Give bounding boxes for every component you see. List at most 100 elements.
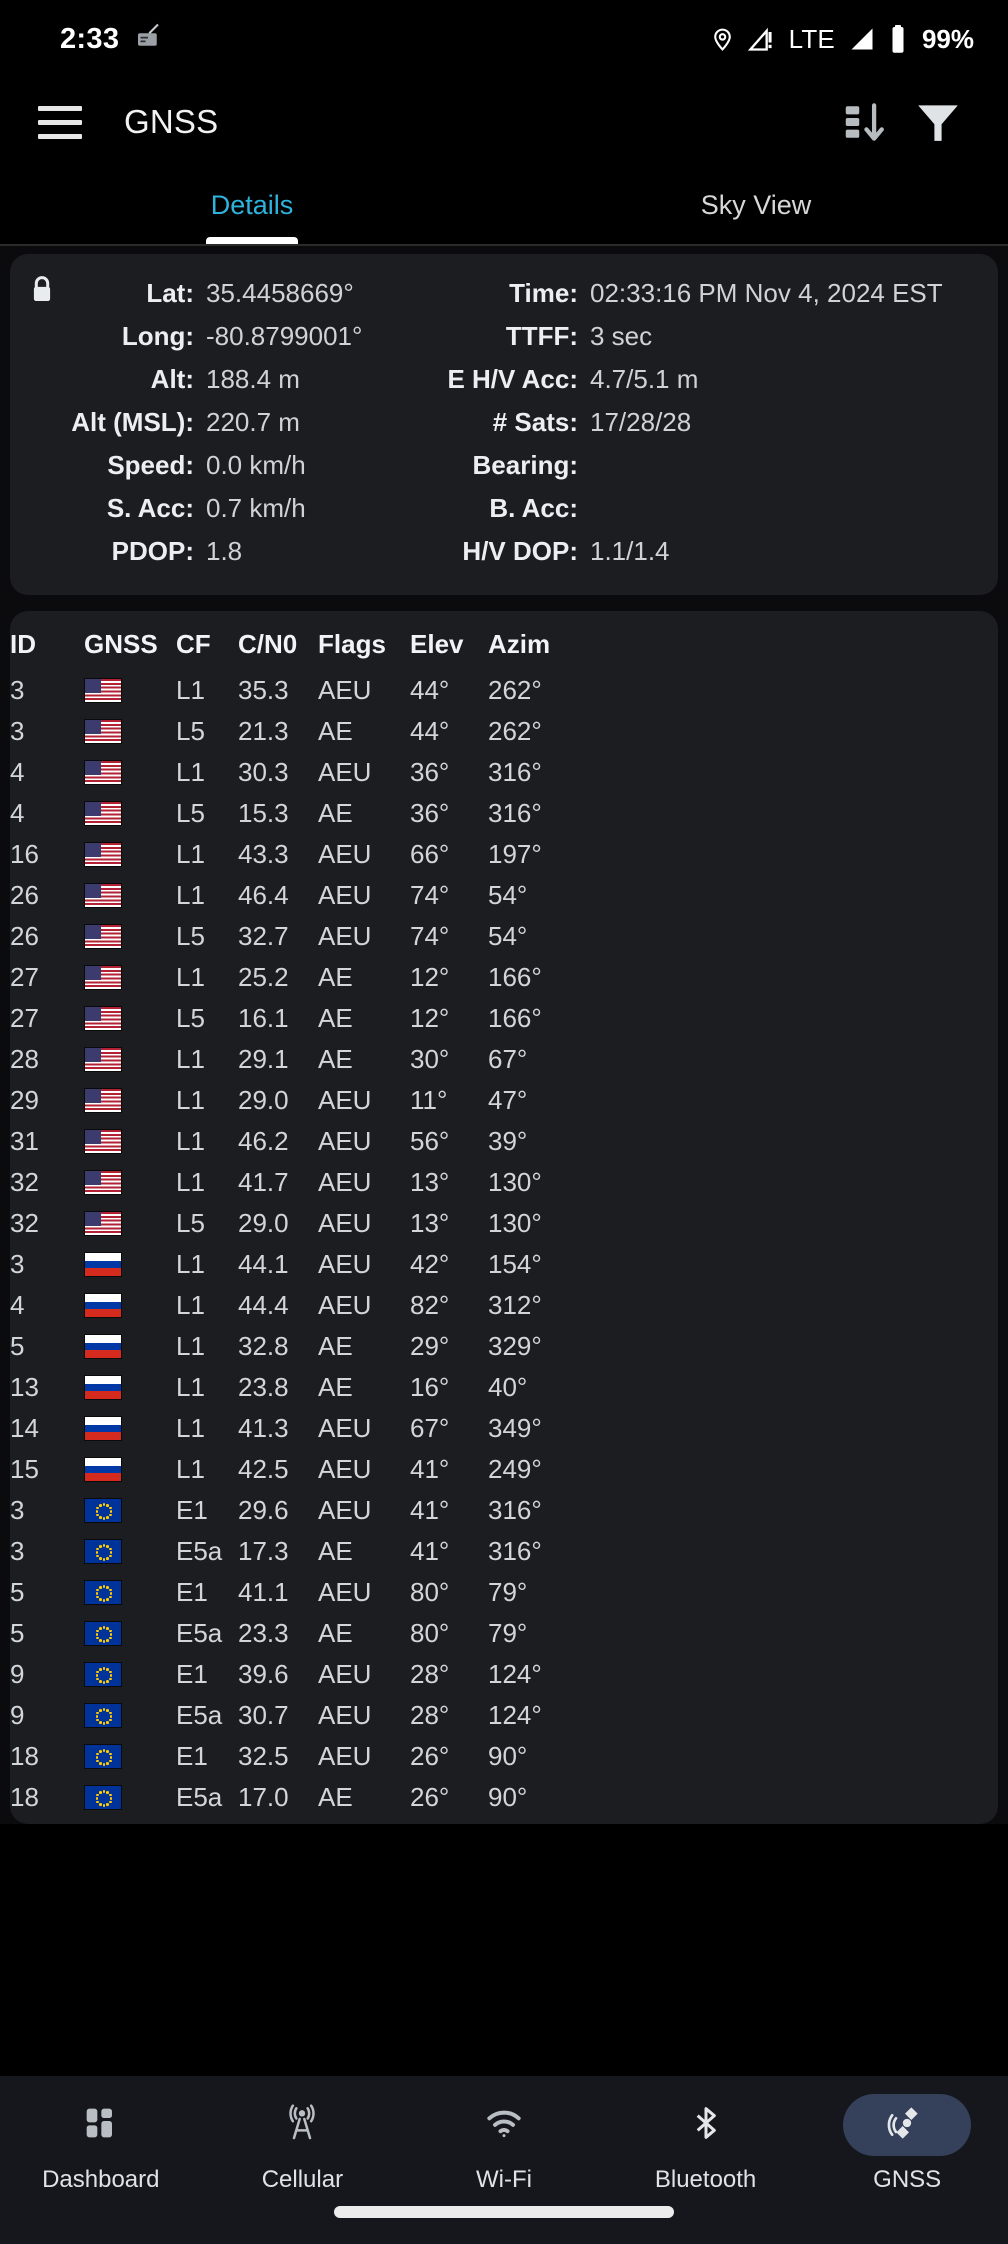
satellite-table: ID GNSS CF C/N0 Flags Elev Azim 3 L1 35.3 A… — [10, 621, 998, 1818]
nav-pill-cellular — [238, 2094, 366, 2156]
cell-cf: L1 — [176, 1167, 205, 1197]
table-row[interactable]: 32 L5 29.0 AEU 13° 130° — [10, 1203, 998, 1244]
cell-gnss-flag — [84, 1244, 176, 1285]
cell-azim: 67° — [488, 1044, 528, 1074]
cell-flags: AE — [318, 1536, 353, 1566]
cell-gnss-flag — [84, 1121, 176, 1162]
cell-cn0: 15.3 — [238, 798, 289, 828]
info-value-alt-msl: 220.7 m — [206, 407, 300, 437]
cell-cf: L1 — [176, 1331, 205, 1361]
column-header-elev[interactable]: Elev — [410, 621, 488, 670]
nav-item-cellular[interactable]: Cellular — [202, 2094, 404, 2194]
table-row[interactable]: 3 L1 35.3 AEU 44° 262° — [10, 670, 998, 711]
table-row[interactable]: 28 L1 29.1 AE 30° 67° — [10, 1039, 998, 1080]
cell-elev: 41° — [410, 1495, 450, 1525]
table-row[interactable]: 26 L1 46.4 AEU 74° 54° — [10, 875, 998, 916]
table-row[interactable]: 3 E5a 17.3 AE 41° 316° — [10, 1531, 998, 1572]
cell-elev: 13° — [410, 1208, 450, 1238]
table-row[interactable]: 4 L1 30.3 AEU 36° 316° — [10, 752, 998, 793]
table-row[interactable]: 16 L1 43.3 AEU 66° 197° — [10, 834, 998, 875]
cell-id: 18 — [10, 1782, 39, 1812]
cell-flags: AE — [318, 1331, 353, 1361]
cell-elev: 42° — [410, 1249, 450, 1279]
cell-cn0: 44.4 — [238, 1290, 289, 1320]
cell-cn0: 39.6 — [238, 1659, 289, 1689]
table-row[interactable]: 3 L1 44.1 AEU 42° 154° — [10, 1244, 998, 1285]
tab-details-label: Details — [210, 189, 294, 220]
flag-icon-usa — [84, 1006, 122, 1031]
cell-flags: AE — [318, 1372, 353, 1402]
sort-descending-icon[interactable] — [830, 86, 902, 158]
table-row[interactable]: 9 E5a 30.7 AEU 28° 124° — [10, 1695, 998, 1736]
column-header-flags[interactable]: Flags — [318, 621, 410, 670]
cell-flags: AEU — [318, 1454, 372, 1484]
column-header-cn0[interactable]: C/N0 — [238, 621, 318, 670]
table-row[interactable]: 26 L5 32.7 AEU 74° 54° — [10, 916, 998, 957]
status-bar-clock: 2:33 — [60, 22, 120, 55]
cell-flags: AE — [318, 798, 353, 828]
cell-flags: AEU — [318, 880, 372, 910]
column-header-cf[interactable]: CF — [176, 621, 238, 670]
table-row[interactable]: 9 E1 39.6 AEU 28° 124° — [10, 1654, 998, 1695]
hamburger-menu-icon[interactable] — [34, 96, 86, 148]
table-row[interactable]: 15 L1 42.5 AEU 41° 249° — [10, 1449, 998, 1490]
column-header-gnss[interactable]: GNSS — [84, 621, 176, 670]
column-header-id[interactable]: ID — [10, 621, 84, 670]
table-row[interactable]: 27 L5 16.1 AE 12° 166° — [10, 998, 998, 1039]
cell-flags: AEU — [318, 1700, 372, 1730]
table-row[interactable]: 3 E1 29.6 AEU 41° 316° — [10, 1490, 998, 1531]
table-row[interactable]: 13 L1 23.8 AE 16° 40° — [10, 1367, 998, 1408]
cell-azim: 39° — [488, 1126, 528, 1156]
table-row[interactable]: 27 L1 25.2 AE 12° 166° — [10, 957, 998, 998]
nav-item-wifi[interactable]: Wi-Fi — [403, 2094, 605, 2194]
cell-cn0: 43.3 — [238, 839, 289, 869]
tab-active-indicator — [206, 237, 298, 244]
flag-icon-usa — [84, 1170, 122, 1195]
flag-icon-eu — [84, 1785, 122, 1810]
table-row[interactable]: 29 L1 29.0 AEU 11° 47° — [10, 1080, 998, 1121]
status-bar-right: LTE 99% — [710, 24, 974, 55]
column-header-azim[interactable]: Azim — [488, 621, 998, 670]
info-label-s-acc: S. Acc: — [106, 493, 194, 523]
tab-sky-view[interactable]: Sky View — [504, 166, 1008, 244]
table-row[interactable]: 5 L1 32.8 AE 29° 329° — [10, 1326, 998, 1367]
cell-cn0: 29.0 — [238, 1208, 289, 1238]
cell-id: 29 — [10, 1085, 39, 1115]
table-row[interactable]: 18 E5a 17.0 AE 26° 90° — [10, 1777, 998, 1818]
table-row[interactable]: 14 L1 41.3 AEU 67° 349° — [10, 1408, 998, 1449]
nav-pill-gnss — [843, 2094, 972, 2156]
table-row[interactable]: 5 E5a 23.3 AE 80° 79° — [10, 1613, 998, 1654]
nav-item-bluetooth[interactable]: Bluetooth — [605, 2094, 807, 2194]
table-row[interactable]: 4 L5 15.3 AE 36° 316° — [10, 793, 998, 834]
table-row[interactable]: 18 E1 32.5 AEU 26° 90° — [10, 1736, 998, 1777]
cell-flags: AEU — [318, 757, 372, 787]
cell-flags: AEU — [318, 1208, 372, 1238]
cell-gnss-flag — [84, 957, 176, 998]
gesture-home-bar[interactable] — [334, 2206, 674, 2218]
tab-details[interactable]: Details — [0, 166, 504, 244]
nav-item-gnss[interactable]: GNSS — [806, 2094, 1008, 2194]
status-bar: 2:33 LTE 99% — [0, 0, 1008, 78]
cell-elev: 12° — [410, 1003, 450, 1033]
cell-gnss-flag — [84, 1367, 176, 1408]
info-value-b-acc — [590, 487, 998, 530]
cell-flags: AEU — [318, 1249, 372, 1279]
table-row[interactable]: 3 L5 21.3 AE 44° 262° — [10, 711, 998, 752]
cell-elev: 67° — [410, 1413, 450, 1443]
table-row[interactable]: 4 L1 44.4 AEU 82° 312° — [10, 1285, 998, 1326]
cell-elev: 74° — [410, 921, 450, 951]
filter-funnel-icon[interactable] — [902, 86, 974, 158]
location-pin-icon — [710, 24, 735, 54]
table-row[interactable]: 31 L1 46.2 AEU 56° 39° — [10, 1121, 998, 1162]
cell-elev: 28° — [410, 1659, 450, 1689]
cell-cn0: 25.2 — [238, 962, 289, 992]
table-row[interactable]: 5 E1 41.1 AEU 80° 79° — [10, 1572, 998, 1613]
flag-icon-usa — [84, 801, 122, 826]
cell-elev: 82° — [410, 1290, 450, 1320]
info-value-num-sats: 17/28/28 — [590, 407, 692, 437]
table-row[interactable]: 32 L1 41.7 AEU 13° 130° — [10, 1162, 998, 1203]
cell-id: 32 — [10, 1208, 39, 1238]
cell-id: 4 — [10, 798, 25, 828]
nav-item-dashboard[interactable]: Dashboard — [0, 2094, 202, 2194]
cell-azim: 262° — [488, 675, 542, 705]
